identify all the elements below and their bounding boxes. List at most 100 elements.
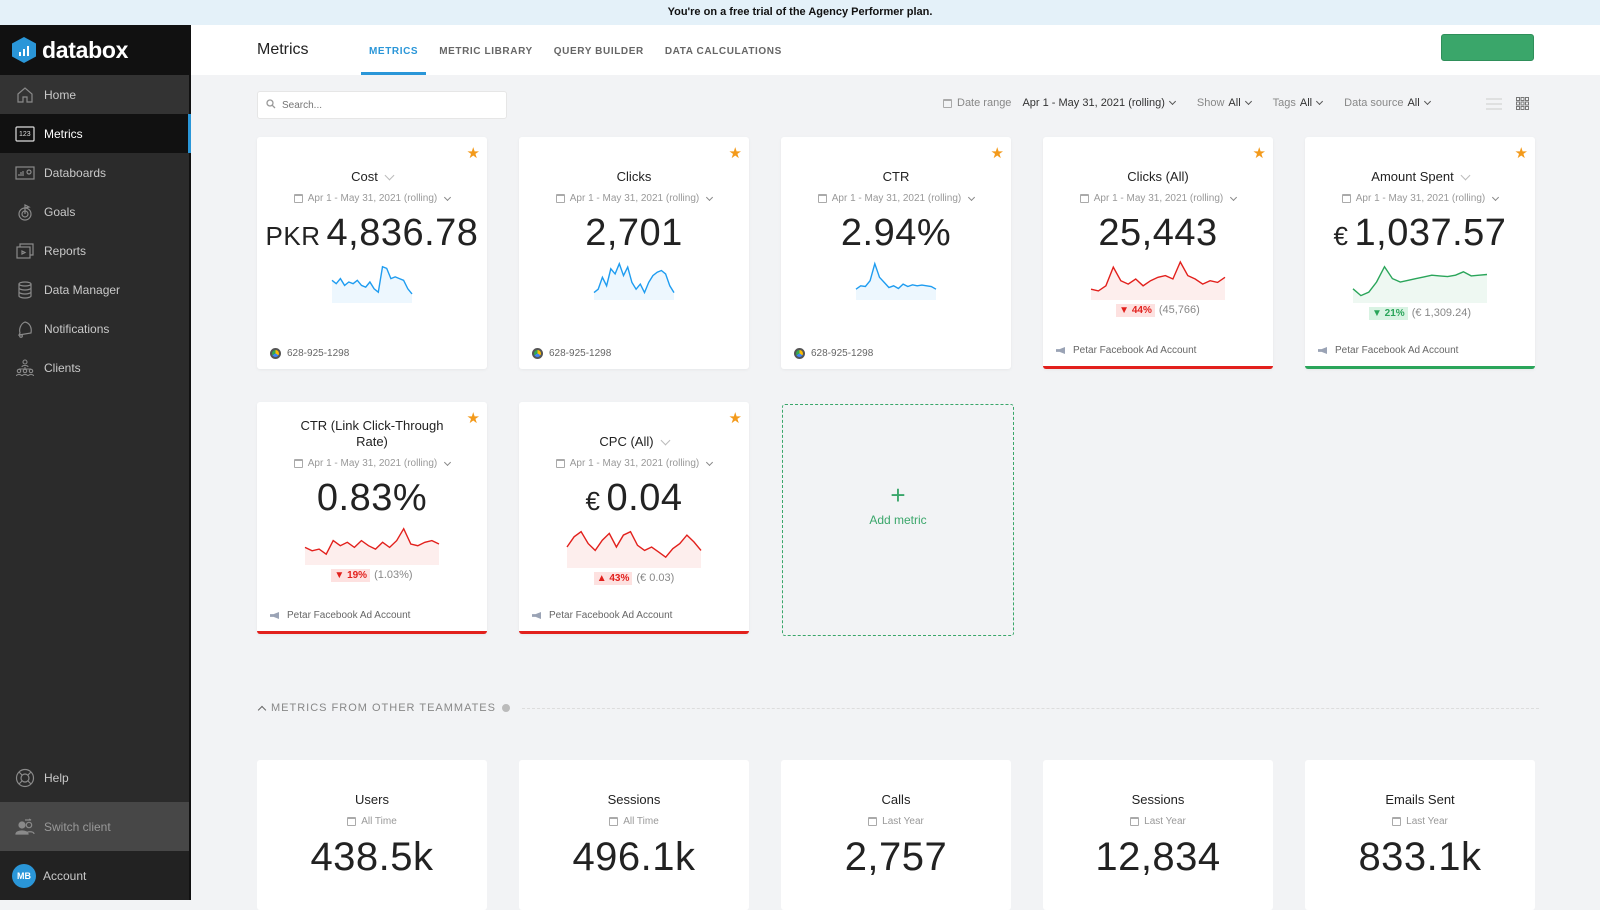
chevron-down-icon[interactable]: [384, 170, 395, 181]
trial-banner: You're on a free trial of the Agency Per…: [0, 0, 1600, 25]
sidebar-item-reports[interactable]: Reports: [0, 231, 189, 270]
metric-value-number: 4,836.78: [326, 212, 479, 254]
metric-title: Clicks (All): [1043, 169, 1273, 185]
chevron-down-icon: [1423, 97, 1431, 106]
metric-title-text: CPC (All): [599, 434, 654, 449]
tab-metrics[interactable]: METRICS: [361, 25, 427, 75]
star-icon[interactable]: ★: [729, 409, 742, 427]
sidebar-item-label: Databoards: [44, 165, 107, 180]
metric-title: Users: [355, 792, 389, 807]
switch-client-icon: [15, 817, 35, 837]
data-source: Petar Facebook Ad Account: [1056, 345, 1196, 356]
home-icon: [15, 85, 35, 105]
goals-target-icon: [15, 202, 35, 222]
teammate-metric-card[interactable]: Calls Last Year 2,757: [781, 760, 1011, 910]
chevron-down-icon[interactable]: [1460, 170, 1471, 181]
info-icon[interactable]: [502, 704, 510, 712]
switch-client-button[interactable]: Switch client: [0, 802, 189, 851]
metric-card[interactable]: ★ CTR (Link Click-Through Rate) Apr 1 - Ma…: [257, 402, 487, 634]
database-icon: [15, 280, 35, 300]
sidebar-item-metrics[interactable]: 123 Metrics: [0, 114, 191, 153]
star-icon[interactable]: ★: [1515, 144, 1528, 162]
metric-title-text: CTR: [882, 169, 910, 184]
metric-card[interactable]: ★ Clicks (All) Apr 1 - May 31, 2021 (rolli…: [1043, 137, 1273, 369]
teammate-metric-card[interactable]: Emails Sent Last Year 833.1k: [1305, 760, 1535, 910]
facebook-ads-megaphone-icon: [532, 612, 541, 619]
databox-logo[interactable]: databox: [0, 25, 189, 75]
metric-title: CTR (Link Click-Through Rate): [257, 418, 487, 450]
search-box[interactable]: [257, 91, 507, 119]
sidebar-item-help[interactable]: Help: [0, 753, 189, 802]
metric-date-range[interactable]: Apr 1 - May 31, 2021 (rolling): [519, 458, 749, 469]
metric-title: CTR: [781, 169, 1011, 185]
sparkline-area: [856, 263, 936, 300]
calendar-icon: [347, 817, 357, 826]
metric-value: 25,443: [1043, 210, 1273, 256]
data-source: Petar Facebook Ad Account: [270, 610, 410, 621]
metric-title: Amount Spent: [1305, 169, 1535, 185]
star-icon[interactable]: ★: [1253, 144, 1266, 162]
metric-date-range[interactable]: Apr 1 - May 31, 2021 (rolling): [1305, 193, 1535, 204]
tab-query-builder[interactable]: QUERY BUILDER: [546, 25, 652, 75]
metric-card[interactable]: ★ Cost Apr 1 - May 31, 2021 (rolling) PKR 4,…: [257, 137, 487, 369]
sidebar-item-label: Data Manager: [44, 282, 121, 297]
star-icon[interactable]: ★: [991, 144, 1004, 162]
star-icon[interactable]: ★: [467, 409, 480, 427]
sidebar-item-label: Home: [44, 87, 77, 102]
teammate-metric-card[interactable]: Sessions Last Year 12,834: [1043, 760, 1273, 910]
bell-icon: [15, 319, 35, 339]
facebook-ads-megaphone-icon: [1056, 347, 1065, 354]
metric-card[interactable]: ★ CPC (All) Apr 1 - May 31, 2021 (rolling)…: [519, 402, 749, 634]
data-source: 628-925-1298: [794, 348, 873, 359]
sparkline: [304, 527, 440, 565]
show-filter[interactable]: Show All: [1197, 97, 1252, 109]
metric-date-range[interactable]: Apr 1 - May 31, 2021 (rolling): [781, 193, 1011, 204]
metric-card[interactable]: ★ Clicks Apr 1 - May 31, 2021 (rolling) 2,7…: [519, 137, 749, 369]
metric-card[interactable]: ★ Amount Spent Apr 1 - May 31, 2021 (rolli…: [1305, 137, 1535, 369]
sidebar-item-clients[interactable]: Clients: [0, 348, 189, 387]
sidebar-item-home[interactable]: Home: [0, 75, 189, 114]
metric-card[interactable]: ★ CTR Apr 1 - May 31, 2021 (rolling) 2.94% 6…: [781, 137, 1011, 369]
grid-view-icon[interactable]: [1516, 97, 1529, 115]
tab-data-calculations[interactable]: DATA CALCULATIONS: [657, 25, 790, 75]
metric-date-range[interactable]: Apr 1 - May 31, 2021 (rolling): [257, 458, 487, 469]
metric-value-number: 2.94%: [840, 212, 952, 254]
tags-filter[interactable]: Tags All: [1273, 97, 1324, 109]
sidebar-item-label: Metrics: [44, 126, 83, 141]
primary-action-button[interactable]: [1441, 34, 1534, 61]
help-lifebuoy-icon: [15, 768, 35, 788]
google-ads-icon: [532, 348, 543, 359]
tab-metric-library[interactable]: METRIC LIBRARY: [431, 25, 541, 75]
sidebar-item-data-manager[interactable]: Data Manager: [0, 270, 189, 309]
sidebar-item-databoards[interactable]: Databoards: [0, 153, 189, 192]
currency: €: [585, 486, 601, 516]
sidebar-item-goals[interactable]: Goals: [0, 192, 189, 231]
add-metric-button[interactable]: + Add metric: [782, 404, 1014, 636]
star-icon[interactable]: ★: [729, 144, 742, 162]
sparkline-area: [1353, 266, 1487, 303]
metrics-tabs: METRICS METRIC LIBRARY QUERY BUILDER DAT…: [361, 25, 795, 75]
teammate-metric-card[interactable]: Sessions All Time 496.1k: [519, 760, 749, 910]
search-input[interactable]: [282, 99, 482, 111]
sidebar-item-notifications[interactable]: Notifications: [0, 309, 189, 348]
facebook-ads-megaphone-icon: [1318, 347, 1327, 354]
star-icon[interactable]: ★: [467, 144, 480, 162]
change-pct: 44%: [1131, 305, 1152, 316]
metric-date-range[interactable]: Apr 1 - May 31, 2021 (rolling): [257, 193, 487, 204]
date-range-text: Apr 1 - May 31, 2021 (rolling): [1093, 193, 1224, 204]
metric-date-range: All Time: [519, 816, 749, 827]
metric-date-range[interactable]: Apr 1 - May 31, 2021 (rolling): [519, 193, 749, 204]
data-source-filter[interactable]: Data source All: [1344, 97, 1431, 109]
list-view-icon[interactable]: [1486, 97, 1502, 115]
data-source-name: Petar Facebook Ad Account: [549, 610, 673, 621]
date-range-text: Apr 1 - May 31, 2021 (rolling): [831, 193, 962, 204]
metric-value: €1,037.57: [1305, 210, 1535, 259]
date-range-filter[interactable]: Date range Apr 1 - May 31, 2021 (rolling…: [943, 97, 1176, 109]
metric-date-range[interactable]: Apr 1 - May 31, 2021 (rolling): [1043, 193, 1273, 204]
teammates-section-header[interactable]: METRICS FROM OTHER TEAMMATES: [257, 702, 1539, 714]
section-divider: [522, 707, 1539, 709]
account-menu[interactable]: MB Account: [0, 851, 189, 900]
chevron-down-icon[interactable]: [660, 435, 671, 446]
teammate-metric-card[interactable]: Users All Time 438.5k: [257, 760, 487, 910]
search-icon: [266, 98, 276, 112]
